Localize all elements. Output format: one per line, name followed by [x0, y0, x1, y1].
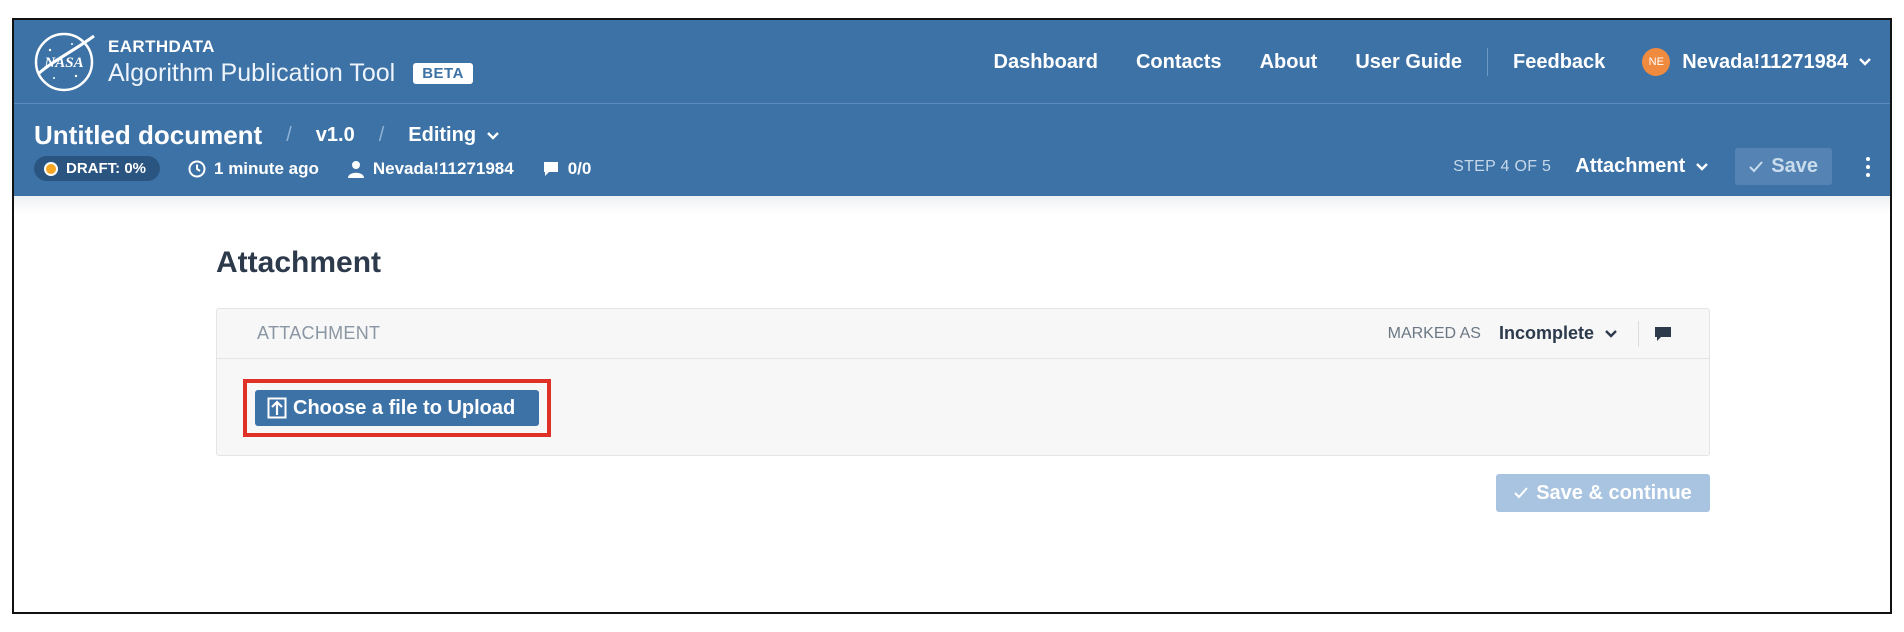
nav-user-guide[interactable]: User Guide	[1355, 51, 1462, 74]
brand-earthdata: EARTHDATA	[108, 36, 215, 56]
attachment-panel: ATTACHMENT MARKED AS Incomplete Choose a…	[216, 308, 1710, 456]
chevron-down-icon	[1859, 58, 1871, 66]
user-menu[interactable]: NE Nevada!11271984	[1642, 48, 1872, 76]
document-title: Untitled document	[34, 120, 263, 150]
status-value: Incomplete	[1498, 323, 1594, 343]
draft-status-badge: DRAFT: 0%	[34, 156, 161, 181]
main-nav: Dashboard Contacts About User Guide Feed…	[975, 20, 1872, 104]
nav-dashboard[interactable]: Dashboard	[994, 51, 1098, 74]
more-options-icon[interactable]	[1866, 156, 1870, 177]
nav-divider	[1487, 48, 1489, 76]
upload-label: Choose a file to Upload	[293, 396, 516, 419]
top-nav-bar: NASA EARTHDATA Algorithm Publication Too…	[14, 20, 1890, 104]
section-comment-button[interactable]	[1653, 325, 1673, 343]
panel-title: ATTACHMENT	[257, 323, 381, 343]
save-label: Save	[1771, 155, 1818, 177]
nav-feedback[interactable]: Feedback	[1513, 51, 1605, 74]
panel-header: ATTACHMENT MARKED AS Incomplete	[217, 309, 1709, 359]
nav-about[interactable]: About	[1260, 51, 1318, 74]
check-icon	[1514, 487, 1528, 499]
breadcrumb-separator: /	[286, 124, 292, 146]
check-icon	[1749, 160, 1764, 172]
chevron-down-icon	[487, 131, 499, 140]
step-navigation: STEP 4 OF 5 Attachment Save	[1453, 148, 1870, 185]
chevron-down-icon	[1605, 329, 1617, 338]
owner-name: Nevada!11271984	[372, 158, 514, 178]
step-name: Attachment	[1575, 155, 1686, 177]
clock-icon	[188, 160, 206, 177]
save-continue-button[interactable]: Save & continue	[1496, 474, 1710, 512]
step-indicator: STEP 4 OF 5	[1453, 157, 1552, 175]
document-bar: Untitled document / v1.0 / Editing DRAFT…	[14, 104, 1890, 196]
nasa-logo-icon: NASA	[34, 32, 95, 92]
draft-dot-icon	[44, 161, 58, 176]
user-icon	[347, 160, 364, 178]
comment-count: 0/0	[542, 158, 592, 179]
page-title: Attachment	[216, 246, 382, 279]
brand-home-link[interactable]: NASA EARTHDATA Algorithm Publication Too…	[32, 30, 473, 94]
continue-label: Save & continue	[1536, 481, 1692, 504]
upload-file-button[interactable]: Choose a file to Upload	[255, 390, 539, 426]
svg-text:NASA: NASA	[43, 55, 83, 71]
nav-contacts[interactable]: Contacts	[1136, 51, 1222, 74]
status-dropdown[interactable]: Incomplete	[1499, 323, 1618, 344]
breadcrumb: Untitled document / v1.0 / Editing	[34, 120, 500, 151]
beta-badge: BETA	[413, 62, 473, 84]
step-dropdown[interactable]: Attachment	[1575, 155, 1709, 178]
user-name: Nevada!11271984	[1682, 50, 1848, 73]
marked-as-label: MARKED AS	[1387, 324, 1481, 342]
app-window: NASA EARTHDATA Algorithm Publication Too…	[12, 18, 1892, 614]
document-meta: DRAFT: 0% 1 minute ago Nevada!11271984 0…	[34, 156, 591, 181]
mode-dropdown[interactable]: Editing	[408, 124, 500, 147]
last-saved: 1 minute ago	[188, 159, 319, 179]
draft-label: DRAFT: 0%	[66, 160, 147, 177]
document-version: v1.0	[315, 124, 355, 146]
document-owner: Nevada!11271984	[347, 159, 514, 179]
comment-icon	[1655, 326, 1671, 341]
upload-highlight-box: Choose a file to Upload	[243, 379, 551, 437]
chevron-down-icon	[1696, 162, 1709, 171]
last-saved-text: 1 minute ago	[214, 158, 319, 178]
brand-text: EARTHDATA Algorithm Publication Tool BET…	[108, 37, 473, 88]
main-content: Attachment ATTACHMENT MARKED AS Incomple…	[14, 196, 1890, 612]
brand-app-name: Algorithm Publication Tool	[108, 58, 396, 87]
panel-divider	[1638, 320, 1639, 347]
save-button[interactable]: Save	[1735, 148, 1832, 185]
comment-icon	[543, 161, 558, 176]
upload-icon	[267, 397, 287, 419]
comment-count-text: 0/0	[567, 158, 592, 178]
mode-label: Editing	[408, 124, 477, 146]
avatar: NE	[1642, 48, 1671, 76]
breadcrumb-separator: /	[378, 124, 385, 146]
